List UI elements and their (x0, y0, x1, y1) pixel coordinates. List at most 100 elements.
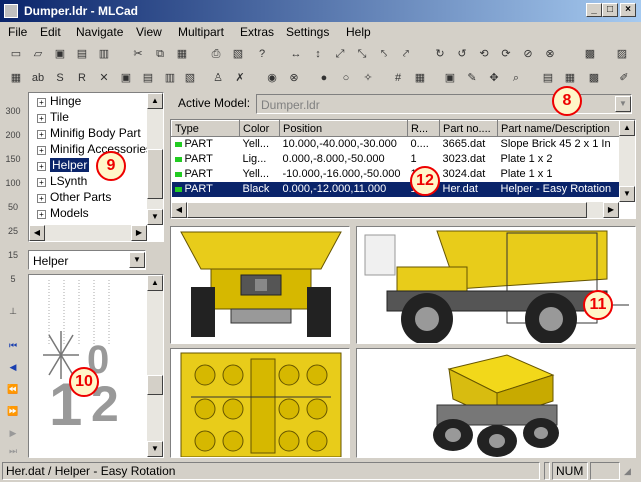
print-icon[interactable]: ⎙ (206, 44, 226, 64)
paste-icon[interactable]: ▦ (172, 44, 192, 64)
column-header-color[interactable]: Color (239, 120, 280, 137)
prev-step-icon[interactable]: ◀ (4, 358, 22, 376)
tree-item-other-parts[interactable]: + Other Parts (37, 189, 111, 205)
table-scroll-up-icon[interactable]: ▲ (619, 120, 635, 136)
full-grid-icon[interactable]: ▩ (584, 68, 604, 88)
menu-settings[interactable]: Settings (286, 25, 329, 39)
save-all-icon[interactable]: ▤ (72, 44, 92, 64)
unghost-icon[interactable]: ⊗ (284, 68, 304, 88)
move-yz-icon[interactable]: ⤤ (396, 44, 416, 64)
move-x-icon[interactable]: ↔ (286, 44, 306, 64)
resize-grip-icon[interactable]: ◢ (624, 466, 638, 480)
tree-item-lsynth[interactable]: + LSynth (37, 173, 87, 189)
table-scroll-left-icon[interactable]: ◀ (171, 202, 187, 218)
table-hscrollbar[interactable]: ◀ ▶ (171, 202, 619, 218)
preview-scroll-thumb[interactable] (147, 375, 163, 395)
rotate-y-icon[interactable]: ↺ (452, 44, 472, 64)
menu-multipart[interactable]: Multipart (178, 25, 224, 39)
first-step-icon[interactable]: ⏮ (4, 336, 22, 354)
tree-vscrollbar[interactable]: ▲ ▼ (147, 93, 163, 225)
maximize-button[interactable]: □ (602, 3, 618, 17)
zoom-300-icon[interactable]: 300 (4, 102, 22, 120)
tree-item-tile[interactable]: + Tile (37, 109, 69, 125)
new-icon[interactable]: ▭ (6, 44, 26, 64)
table-row[interactable]: PART Lig... 0.000,-8.000,-50.000 1 3023.dat… (172, 152, 622, 167)
column-header-rotation[interactable]: R... (407, 120, 440, 137)
buffer-icon[interactable]: ▧ (180, 68, 200, 88)
menu-view[interactable]: View (136, 25, 162, 39)
grid-view-icon[interactable]: ▦ (560, 68, 580, 88)
preview-vscrollbar[interactable]: ▲ ▼ (147, 275, 163, 457)
extra-icon[interactable]: ▨ (612, 44, 632, 64)
light-on-icon[interactable]: ● (314, 68, 334, 88)
zoom-150-icon[interactable]: 150 (4, 150, 22, 168)
export-icon[interactable]: ▥ (94, 44, 114, 64)
view-3d[interactable] (356, 348, 636, 458)
scroll-up-icon[interactable]: ▲ (147, 93, 163, 109)
menu-navigate[interactable]: Navigate (76, 25, 123, 39)
tree-hscrollbar[interactable]: ◀ ▶ (29, 225, 147, 241)
delete-icon[interactable]: ✕ (94, 68, 114, 88)
cut-icon[interactable]: ✂ (128, 44, 148, 64)
table-row[interactable]: PART Yell... 10.000,-40.000,-30.000 0.... 3… (172, 137, 622, 152)
move-z-icon[interactable]: ⤢ (330, 44, 350, 64)
wand-icon[interactable]: ✧ (358, 68, 378, 88)
zoom-5-icon[interactable]: 5 (4, 270, 22, 288)
open-icon[interactable]: ▱ (28, 44, 48, 64)
parts-table[interactable]: Type Color Position R... Part no.... Par… (170, 119, 636, 219)
close-button[interactable]: × (620, 3, 636, 17)
preview-scroll-up-icon[interactable]: ▲ (147, 275, 163, 291)
view-top[interactable] (170, 348, 350, 458)
zoom-200-icon[interactable]: 200 (4, 126, 22, 144)
settings-icon[interactable]: ▩ (580, 44, 600, 64)
layout-icon[interactable]: ▤ (538, 68, 558, 88)
forward-icon[interactable]: ⏩ (4, 402, 22, 420)
view-front[interactable] (170, 226, 350, 344)
rotate-yz-icon[interactable]: ⊗ (540, 44, 560, 64)
tree-item-helper[interactable]: + Helper (37, 157, 90, 173)
column-header-position[interactable]: Position (279, 120, 408, 137)
pause-icon[interactable]: ♙ (208, 68, 228, 88)
zoom-25-icon[interactable]: 25 (4, 222, 22, 240)
ghost-icon[interactable]: ◉ (262, 68, 282, 88)
app-icon[interactable] (4, 4, 18, 18)
save-icon[interactable]: ▣ (50, 44, 70, 64)
table-row[interactable]: PART Yell...-10.000,-16.000,-50.00013024… (172, 167, 622, 182)
move-xz-icon[interactable]: ⤣ (374, 44, 394, 64)
table-vscrollbar[interactable]: ▲ ▼ (619, 120, 635, 202)
text-icon[interactable]: ab (28, 68, 48, 88)
table-row-selected[interactable]: PART Black0.000,-12.000,11.0001Her.datHe… (171, 181, 622, 197)
tree-item-models[interactable]: + Models (37, 205, 89, 221)
rotate-xz-icon[interactable]: ⊘ (518, 44, 538, 64)
table-scroll-thumb[interactable] (187, 202, 587, 218)
scroll-thumb[interactable] (147, 149, 163, 199)
zoom-icon[interactable]: ⌕ (506, 68, 526, 88)
view-side[interactable] (356, 226, 636, 344)
grid-icon[interactable]: # (388, 68, 408, 88)
move-xy-icon[interactable]: ⤡ (352, 44, 372, 64)
table-scroll-down-icon[interactable]: ▼ (619, 186, 635, 202)
zoom-15-icon[interactable]: 15 (4, 246, 22, 264)
zoom-50-icon[interactable]: 50 (4, 198, 22, 216)
rotate-x-icon[interactable]: ↻ (430, 44, 450, 64)
menu-extras[interactable]: Extras (240, 25, 274, 39)
pen-icon[interactable]: ✐ (614, 68, 634, 88)
preview-scroll-down-icon[interactable]: ▼ (147, 441, 163, 457)
copy-icon[interactable]: ⧉ (150, 44, 170, 64)
model-chevron-down-icon[interactable]: ▼ (615, 96, 631, 112)
minimize-button[interactable]: _ (586, 3, 602, 17)
tree-item-minifig-accessories[interactable]: + Minifig Accessories (37, 141, 152, 157)
ruler-icon[interactable]: ⊥ (4, 302, 22, 320)
category-dropdown[interactable]: Helper ▼ (28, 250, 146, 270)
move-y-icon[interactable]: ↕ (308, 44, 328, 64)
light-off-icon[interactable]: ○ (336, 68, 356, 88)
add-part-icon[interactable]: ▦ (6, 68, 26, 88)
next-step-icon[interactable]: ▶ (4, 424, 22, 442)
help-pointer-icon[interactable]: ? (252, 44, 272, 64)
chevron-down-icon[interactable]: ▼ (129, 252, 145, 268)
ungroup-icon[interactable]: ▥ (160, 68, 180, 88)
preview-icon[interactable]: ▧ (228, 44, 248, 64)
scroll-down-icon[interactable]: ▼ (147, 209, 163, 225)
tree-item-hinge[interactable]: + Hinge (37, 93, 81, 109)
column-header-part-no[interactable]: Part no.... (439, 120, 498, 137)
